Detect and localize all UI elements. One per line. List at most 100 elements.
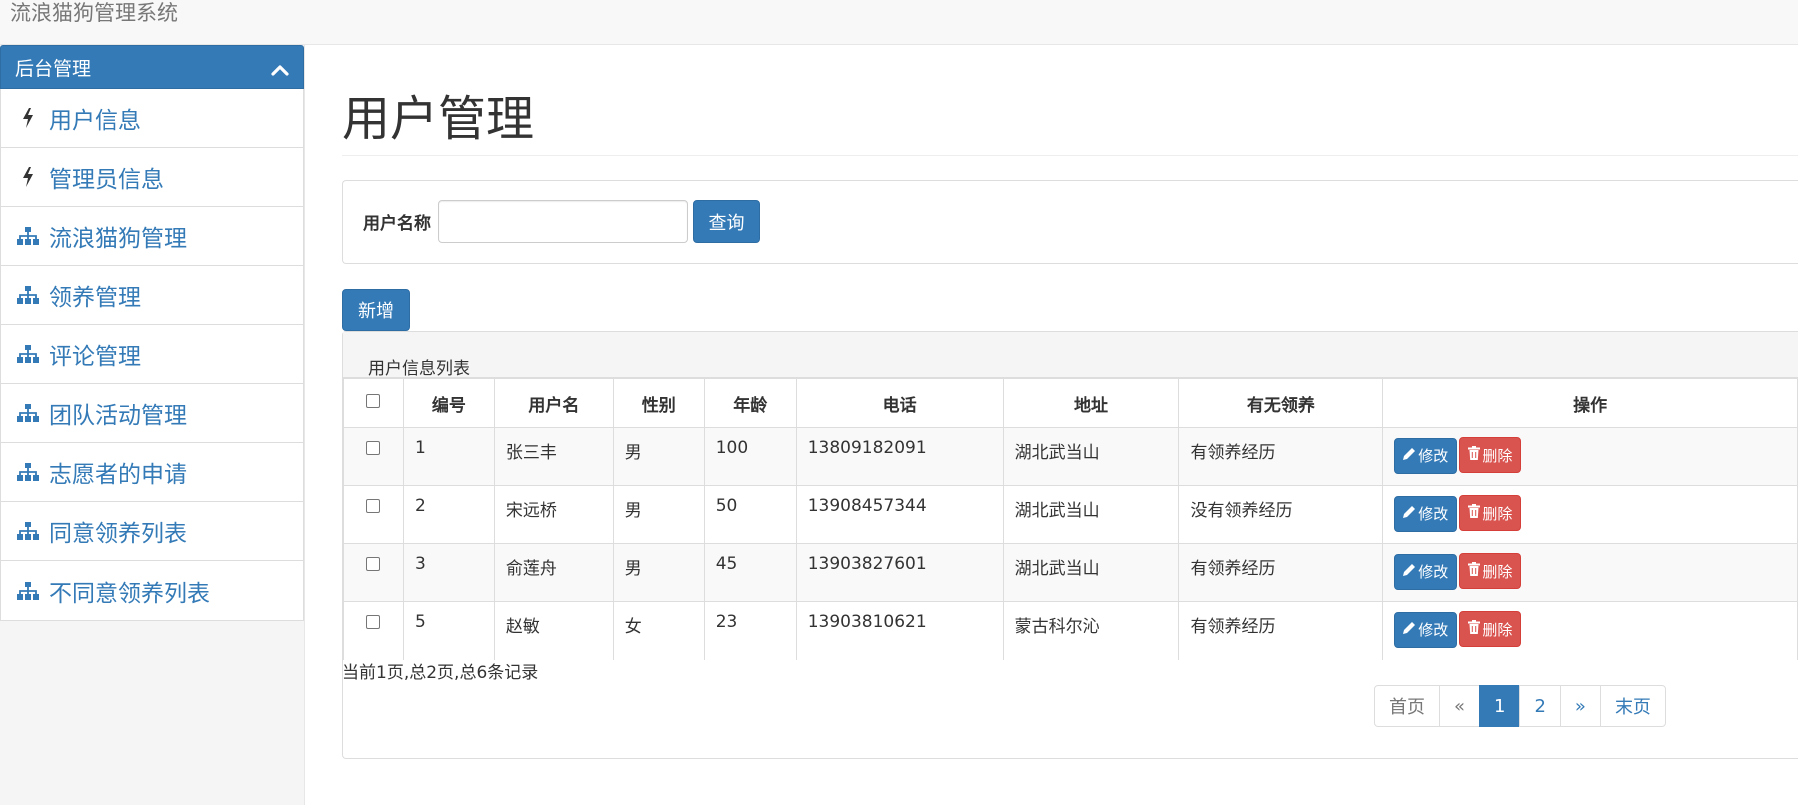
sidebar-item-label: 流浪猫狗管理	[49, 226, 187, 252]
edit-button[interactable]: 修改	[1394, 437, 1458, 474]
cell-gender: 男	[612, 543, 705, 602]
row-actions: 修改 删除	[1382, 427, 1798, 486]
delete-button[interactable]: 删除	[1459, 495, 1522, 531]
bolt-icon	[17, 166, 39, 188]
pencil-icon	[1403, 447, 1418, 464]
cell-name: 俞莲舟	[493, 543, 614, 602]
cell-age: 50	[703, 485, 797, 544]
sidebar-item[interactable]: 用户信息	[1, 89, 303, 148]
pencil-icon	[1403, 563, 1418, 580]
sidebar-item[interactable]: 不同意领养列表	[1, 561, 303, 620]
search-label: 用户名称	[363, 214, 431, 234]
cell-gender: 男	[612, 485, 705, 544]
cell-address: 湖北武当山	[1002, 543, 1180, 602]
brand-title[interactable]: 流浪猫狗管理系统	[10, 0, 178, 26]
delete-label: 删除	[1482, 447, 1513, 465]
username-search-input[interactable]	[438, 200, 688, 243]
sidebar-item-label: 用户信息	[49, 108, 141, 134]
sidebar-panel-header[interactable]: 后台管理	[0, 45, 304, 89]
sidebar-item[interactable]: 志愿者的申请	[1, 443, 303, 502]
select-all-checkbox[interactable]	[366, 394, 381, 408]
page-link[interactable]: »	[1559, 685, 1601, 727]
edit-label: 修改	[1418, 506, 1449, 523]
trash-icon	[1468, 562, 1482, 580]
sitemap-icon	[17, 520, 39, 542]
delete-button[interactable]: 删除	[1459, 611, 1522, 647]
cell-adopted: 没有领养经历	[1178, 485, 1384, 544]
page-link[interactable]: 1	[1479, 685, 1521, 727]
sidebar-item[interactable]: 评论管理	[1, 325, 303, 384]
column-header[interactable]: 年龄	[703, 378, 797, 428]
cell-id: 5	[402, 601, 495, 660]
cell-name: 宋远桥	[493, 485, 614, 544]
page-link[interactable]: «	[1439, 685, 1481, 727]
select-all-cell	[343, 378, 404, 428]
page-title: 用户管理	[342, 91, 535, 147]
cell-phone: 13908457344	[795, 485, 1004, 544]
table-row: 1 张三丰男 100 13809182091 湖北武当山 有领养经历 修改 删除	[343, 427, 1798, 486]
sitemap-icon	[17, 284, 39, 306]
cell-id: 2	[402, 485, 495, 544]
cell-gender: 男	[612, 427, 705, 486]
cell-age: 100	[703, 427, 797, 486]
page-info: 当前1页,总2页,总6条记录	[342, 663, 539, 683]
cell-adopted: 有领养经历	[1178, 601, 1384, 660]
delete-button[interactable]: 删除	[1459, 437, 1522, 473]
delete-label: 删除	[1482, 621, 1513, 639]
pencil-icon	[1403, 621, 1418, 638]
sidebar-item-label: 管理员信息	[49, 167, 164, 193]
add-button[interactable]: 新增	[342, 289, 410, 331]
sidebar-item[interactable]: 流浪猫狗管理	[1, 207, 303, 266]
row-select-cell	[343, 485, 404, 544]
column-header[interactable]: 性别	[612, 378, 705, 428]
column-header: 操作	[1382, 378, 1798, 428]
table-row: 5 赵敏女 23 13903810621 蒙古科尔沁 有领养经历 修改 删除	[343, 601, 1798, 660]
row-checkbox[interactable]	[366, 441, 381, 455]
row-checkbox[interactable]	[366, 615, 381, 629]
chevron-up-icon[interactable]	[271, 60, 289, 76]
column-header[interactable]: 有无领养	[1178, 378, 1384, 428]
sidebar-item-label: 不同意领养列表	[49, 580, 210, 607]
sidebar-item[interactable]: 领养管理	[1, 266, 303, 325]
sidebar-item-label: 评论管理	[49, 344, 141, 370]
delete-button[interactable]: 删除	[1459, 553, 1522, 589]
edit-button[interactable]: 修改	[1394, 495, 1458, 532]
cell-adopted: 有领养经历	[1178, 427, 1384, 486]
sidebar-item[interactable]: 团队活动管理	[1, 384, 303, 443]
app-root: 流浪猫狗管理系统 后台管理 用户信息管理员信息流浪猫狗管理领养管理评论管理团队活…	[0, 0, 1798, 805]
page-link[interactable]: 首页	[1374, 685, 1440, 727]
table-body: 1 张三丰男 100 13809182091 湖北武当山 有领养经历 修改 删除 2 宋远桥男 50…	[343, 427, 1798, 660]
edit-label: 修改	[1418, 564, 1449, 581]
edit-label: 修改	[1418, 448, 1449, 465]
column-header[interactable]: 地址	[1002, 378, 1180, 428]
search-button[interactable]: 查询	[693, 200, 760, 243]
column-header[interactable]: 电话	[795, 378, 1004, 428]
column-header[interactable]: 编号	[402, 378, 495, 428]
sitemap-icon	[17, 225, 39, 247]
cell-phone: 13903810621	[795, 601, 1004, 660]
cell-phone: 13809182091	[795, 427, 1004, 486]
sidebar-item[interactable]: 管理员信息	[1, 148, 303, 207]
sidebar-item-label: 志愿者的申请	[49, 462, 187, 488]
row-checkbox[interactable]	[366, 557, 381, 571]
row-select-cell	[343, 601, 404, 660]
title-divider	[342, 155, 1798, 156]
cell-phone: 13903827601	[795, 543, 1004, 602]
table-row: 2 宋远桥男 50 13908457344 湖北武当山 没有领养经历 修改 删除	[343, 485, 1798, 544]
edit-button[interactable]: 修改	[1394, 553, 1458, 590]
trash-icon	[1468, 620, 1482, 638]
row-checkbox[interactable]	[366, 499, 381, 513]
pencil-icon	[1403, 505, 1418, 522]
cell-address: 湖北武当山	[1002, 485, 1180, 544]
sidebar-item[interactable]: 同意领养列表	[1, 502, 303, 561]
edit-label: 修改	[1418, 622, 1449, 639]
column-header[interactable]: 用户名	[493, 378, 614, 428]
cell-age: 45	[703, 543, 797, 602]
user-table: 编号 用户名 性别 年龄 电话 地址 有无领养 操作 1 张三丰男 100 13809…	[343, 378, 1798, 660]
cell-age: 23	[703, 601, 797, 660]
page-link[interactable]: 2	[1519, 685, 1561, 727]
delete-label: 删除	[1482, 505, 1513, 523]
cell-address: 湖北武当山	[1002, 427, 1180, 486]
page-link[interactable]: 末页	[1599, 685, 1666, 727]
edit-button[interactable]: 修改	[1394, 611, 1458, 648]
